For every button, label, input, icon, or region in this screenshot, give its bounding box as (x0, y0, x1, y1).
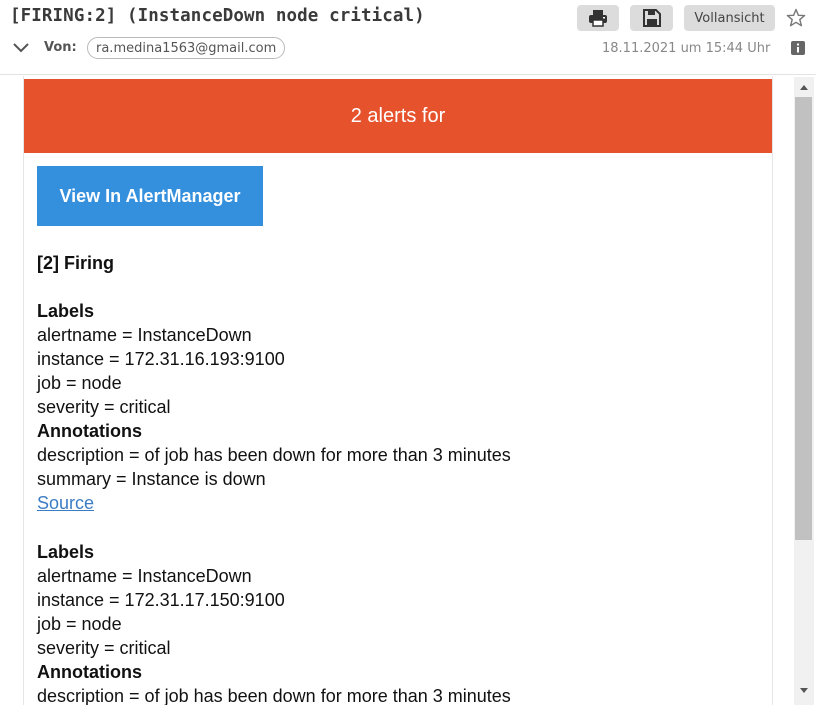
annotations-heading: Annotations (37, 421, 142, 441)
firing-heading: [2] Firing (37, 253, 114, 273)
save-button[interactable] (630, 5, 673, 31)
label-severity: severity = critical (37, 638, 171, 658)
email-subject: [FIRING:2] (InstanceDown node critical) (10, 6, 425, 26)
label-severity: severity = critical (37, 397, 171, 417)
label-job: job = node (37, 373, 122, 393)
email-body: 2 alerts for View In AlertManager [2] Fi… (0, 76, 790, 705)
alert-banner: 2 alerts for (24, 79, 772, 153)
labels-heading: Labels (37, 542, 95, 562)
alert-content: [2] Firing Labels alertname = InstanceDo… (37, 251, 757, 705)
card-border-left (23, 76, 24, 705)
label-instance: instance = 172.31.16.193:9100 (37, 349, 285, 369)
scroll-up-arrow-icon[interactable] (794, 78, 814, 98)
label-alertname: alertname = InstanceDown (37, 566, 252, 586)
chevron-down-icon[interactable] (12, 41, 30, 55)
card-border-right (772, 76, 773, 705)
header-divider (0, 74, 816, 75)
annotation-description: description = of job has been down for m… (37, 445, 511, 465)
printer-icon (589, 10, 607, 27)
label-instance: instance = 172.31.17.150:9100 (37, 590, 285, 610)
alert-block-2: Labels alertname = InstanceDown instance… (37, 540, 757, 705)
annotations-heading: Annotations (37, 662, 142, 682)
scrollbar-thumb[interactable] (795, 97, 812, 540)
print-button[interactable] (577, 5, 619, 31)
scroll-down-arrow-icon[interactable] (794, 680, 814, 700)
view-in-alertmanager-button[interactable]: View In AlertManager (37, 166, 263, 226)
sender-address[interactable]: ra.medina1563@gmail.com (87, 37, 286, 59)
annotation-description: description = of job has been down for m… (37, 686, 511, 705)
label-job: job = node (37, 614, 122, 634)
email-date: 18.11.2021 um 15:44 Uhr (602, 41, 771, 56)
label-alertname: alertname = InstanceDown (37, 325, 252, 345)
info-icon[interactable] (791, 41, 805, 55)
source-link[interactable]: Source (37, 493, 94, 513)
from-label: Von: (44, 40, 77, 55)
full-view-button[interactable]: Vollansicht (684, 5, 775, 31)
annotation-summary: summary = Instance is down (37, 469, 266, 489)
labels-heading: Labels (37, 301, 95, 321)
star-icon[interactable] (786, 8, 806, 28)
floppy-disk-icon (642, 9, 661, 27)
alert-block-1: Labels alertname = InstanceDown instance… (37, 299, 757, 515)
